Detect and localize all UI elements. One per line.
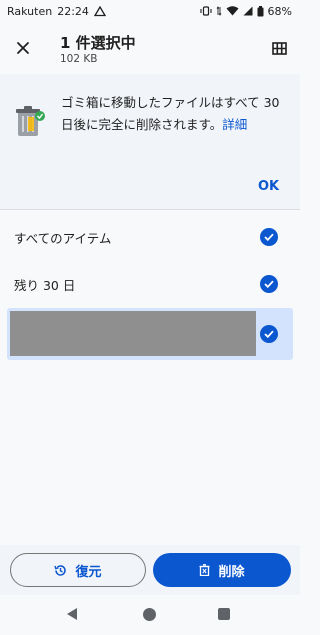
ok-button[interactable]: OK: [258, 179, 279, 194]
clock: 22:24: [57, 4, 89, 18]
banner-message-block: ゴミ箱に移動したファイルはすべて 30 日後に完全に削除されます。詳細: [61, 92, 283, 136]
action-bar: 復元 削除: [0, 545, 300, 595]
battery-icon: [257, 5, 264, 17]
checkmark-icon[interactable]: [260, 325, 278, 343]
app-bar: 1 件選択中 102 KB: [0, 22, 300, 74]
close-selection-button[interactable]: [10, 35, 36, 61]
data-arrows-icon: [216, 6, 222, 16]
list-item-label: すべてのアイテム: [14, 230, 112, 246]
grid-view-icon: [271, 41, 287, 55]
trash-illustration-icon: [16, 106, 45, 136]
drive-notification-icon: [93, 5, 106, 17]
restore-label: 復元: [75, 564, 102, 580]
battery-level: 68%: [267, 4, 292, 18]
grid-view-button[interactable]: [267, 36, 291, 60]
restore-button[interactable]: 復元: [10, 553, 146, 587]
selection-size: 102 KB: [60, 53, 98, 65]
list-item-all[interactable]: すべてのアイテム: [0, 214, 300, 260]
close-icon: [17, 42, 29, 54]
page-title: 1 件選択中: [60, 34, 136, 52]
back-icon[interactable]: [66, 607, 78, 621]
trash-info-banner: ゴミ箱に移動したファイルはすべて 30 日後に完全に削除されます。詳細 OK: [0, 74, 300, 210]
signal-icon: [243, 6, 253, 16]
selected-file-row[interactable]: [7, 308, 293, 360]
system-nav-bar: [0, 595, 300, 635]
checkmark-icon[interactable]: [260, 275, 278, 293]
redacted-file-thumbnail: [10, 311, 256, 356]
home-icon[interactable]: [143, 608, 156, 621]
history-icon: [54, 564, 67, 576]
checkmark-icon[interactable]: [260, 228, 278, 246]
list-item-days-remaining[interactable]: 残り 30 日: [0, 261, 300, 307]
wifi-icon: [226, 6, 239, 16]
vibrate-icon: [199, 6, 212, 16]
list-item-label: 残り 30 日: [14, 277, 76, 293]
carrier-label: Rakuten: [7, 4, 53, 18]
delete-label: 削除: [218, 564, 245, 580]
delete-forever-button[interactable]: 削除: [153, 553, 291, 587]
learn-more-link[interactable]: 詳細: [222, 117, 247, 132]
delete-icon: [199, 564, 210, 576]
recents-icon[interactable]: [218, 608, 230, 620]
status-bar: Rakuten 22:24 68%: [0, 0, 300, 22]
